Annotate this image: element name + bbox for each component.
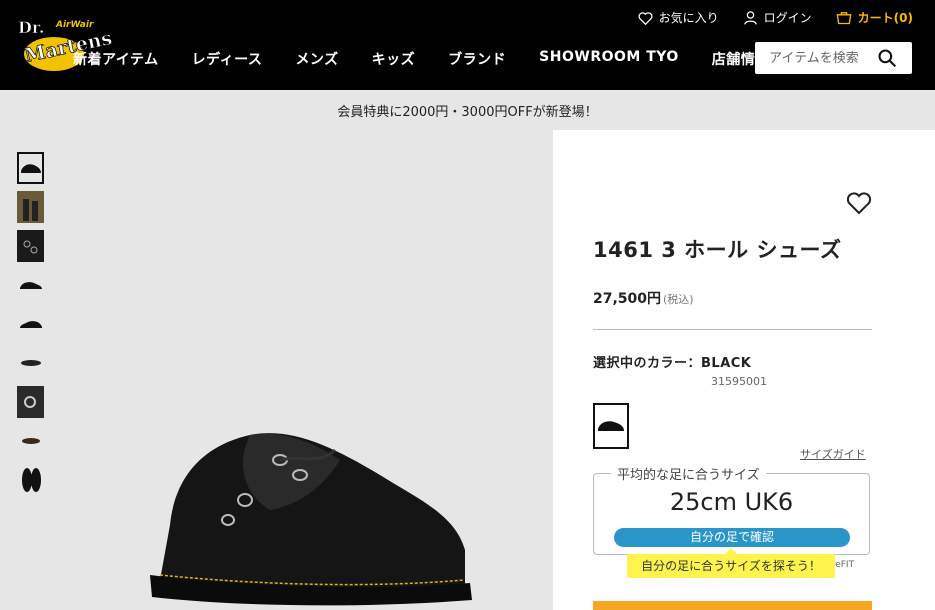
thumbnail[interactable] (17, 464, 44, 496)
add-to-cart-button[interactable] (593, 601, 872, 610)
thumbnail[interactable] (17, 308, 44, 340)
favorite-heart-icon[interactable] (846, 191, 872, 215)
nav-ladies[interactable]: レディース (192, 49, 263, 69)
product-title: 1461 3 ホール シューズ (593, 238, 842, 262)
favorites-label: お気に入り (658, 11, 719, 25)
promo-banner-text: 会員特典に2000円・3000円OFFが新登場！ (337, 105, 598, 120)
nav-brand[interactable]: ブランド (448, 49, 506, 69)
thumbnail[interactable] (17, 425, 44, 457)
product-main-image[interactable] (150, 415, 480, 610)
color-swatch-black[interactable] (593, 403, 629, 449)
product-price: 27,500円 (593, 291, 662, 307)
nav-showroom[interactable]: SHOWROOM TYO (539, 49, 679, 69)
thumbnail[interactable] (17, 230, 44, 262)
product-gallery (0, 130, 553, 610)
search-box (755, 42, 912, 74)
heart-icon (638, 11, 653, 25)
cart-icon (836, 12, 852, 25)
cart-label: カート(0) (857, 11, 913, 25)
thumbnail-list (17, 152, 44, 503)
thumbnail[interactable] (17, 386, 44, 418)
color-code: 31595001 (711, 375, 767, 388)
login-link[interactable]: ログイン (743, 9, 812, 26)
tax-note: (税込) (663, 293, 694, 306)
thumbnail[interactable] (17, 191, 44, 223)
fit-size-value: 25cm UK6 (669, 488, 794, 516)
thumbnail[interactable] (17, 347, 44, 379)
svg-text:Dr.: Dr. (18, 18, 44, 37)
search-input[interactable] (769, 50, 877, 66)
fit-size-title: 平均的な足に合うサイズ (611, 464, 766, 483)
nav-new-arrivals[interactable]: 新着アイテム (73, 49, 159, 69)
site-header: Dr. Martens AirWair お気に入り ログイン カート(0) 新着… (0, 0, 935, 90)
svg-text:AirWair: AirWair (55, 20, 94, 30)
check-own-foot-button[interactable]: 自分の足で確認 (614, 528, 850, 547)
login-label: ログイン (763, 11, 812, 25)
fit-tooltip[interactable]: 自分の足に合うサイズを探そう！ (627, 548, 835, 578)
selected-color-label: 選択中のカラー：BLACK (593, 356, 752, 371)
size-guide-link[interactable]: サイズガイド (800, 446, 866, 462)
user-icon (743, 11, 757, 25)
nav-mens[interactable]: メンズ (295, 49, 338, 69)
promo-banner[interactable]: 会員特典に2000円・3000円OFFが新登場！ (0, 90, 935, 130)
main-nav: 新着アイテム レディース メンズ キッズ ブランド SHOWROOM TYO 店… (73, 49, 770, 69)
thumbnail[interactable] (17, 269, 44, 301)
divider (593, 329, 872, 330)
favorites-link[interactable]: お気に入り (638, 9, 719, 26)
search-icon[interactable] (877, 48, 897, 68)
nav-kids[interactable]: キッズ (372, 49, 416, 69)
thumbnail[interactable] (17, 152, 44, 184)
cart-link[interactable]: カート(0) (836, 9, 913, 26)
